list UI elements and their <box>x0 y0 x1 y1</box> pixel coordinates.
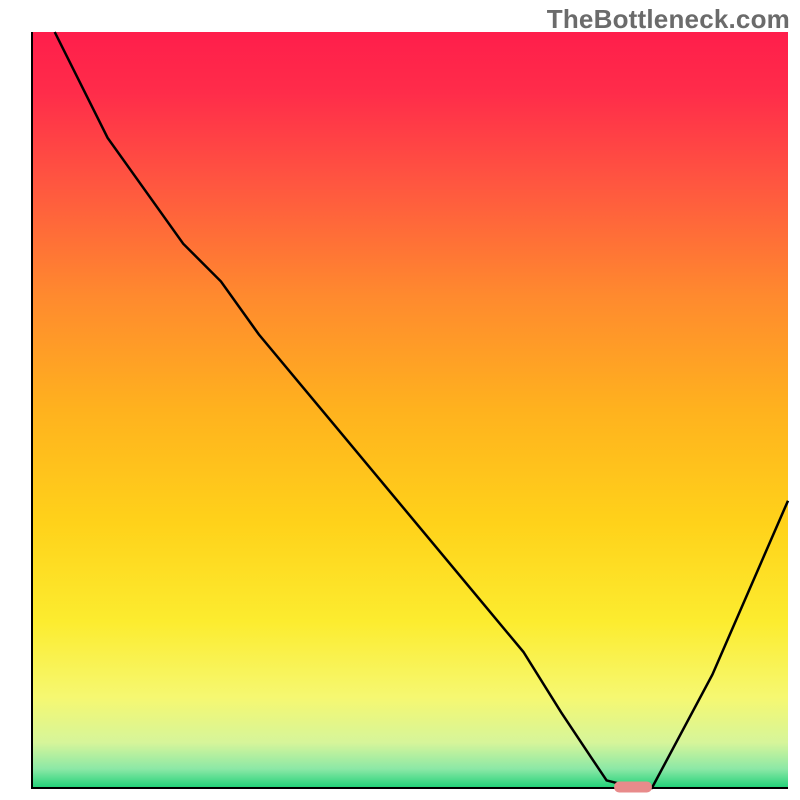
watermark-label: TheBottleneck.com <box>547 4 790 35</box>
bottleneck-chart: TheBottleneck.com <box>0 0 800 800</box>
chart-svg <box>0 0 800 800</box>
plot-background <box>32 32 788 788</box>
optimal-range-marker <box>614 782 652 793</box>
